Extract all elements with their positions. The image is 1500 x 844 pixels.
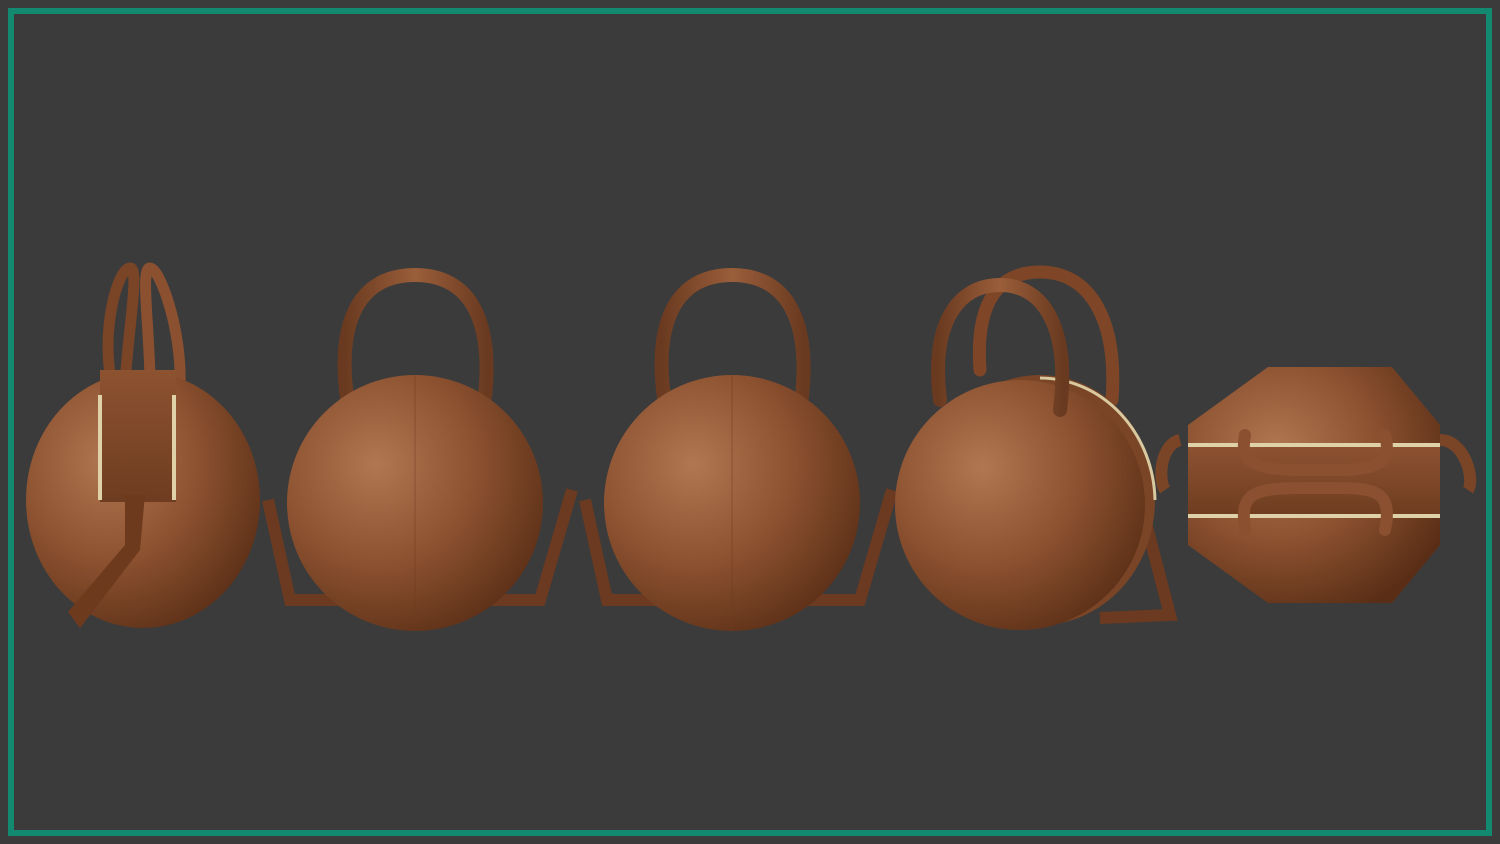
handle: [140, 262, 186, 386]
bag-body: [895, 380, 1145, 630]
shoulder-strap: [1439, 434, 1477, 494]
handle: [102, 262, 140, 387]
center-band: [1188, 445, 1440, 517]
bag-back-view: [579, 267, 898, 631]
bag-top-view: [1155, 367, 1477, 603]
bag-side-view: [26, 262, 260, 628]
side-band: [100, 370, 176, 502]
bag-renders: [26, 262, 1477, 631]
render-canvas: [0, 0, 1500, 844]
shoulder-strap: [1155, 434, 1183, 494]
bag-front-view: [262, 267, 578, 631]
bag-three-quarter-view: [895, 265, 1178, 630]
